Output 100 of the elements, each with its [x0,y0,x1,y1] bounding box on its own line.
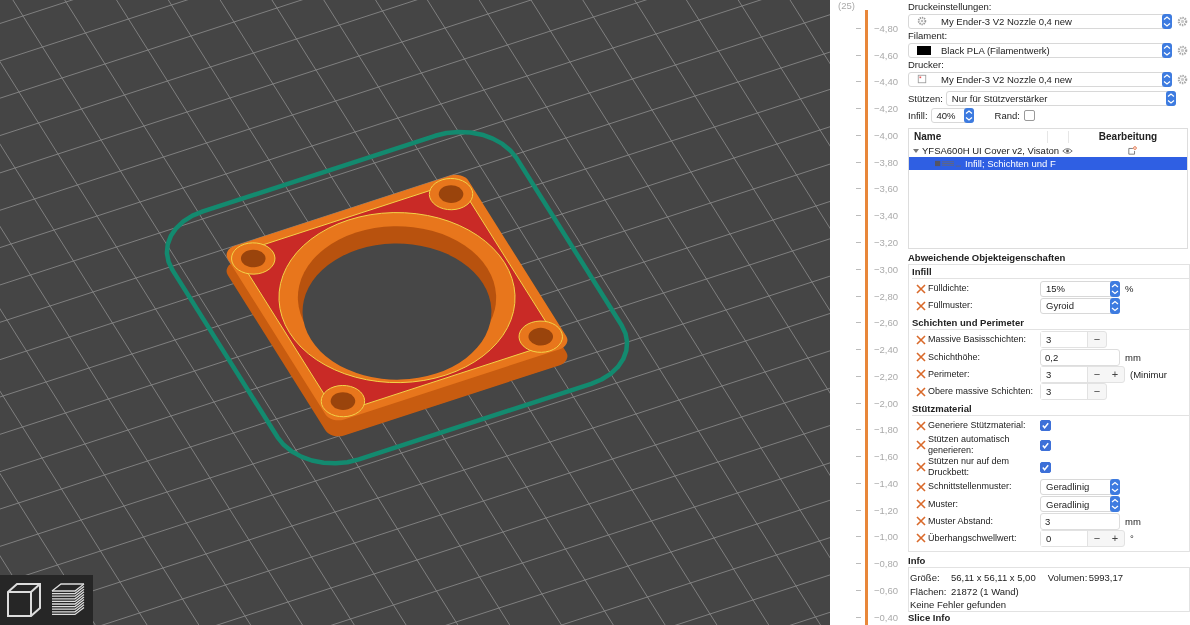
layer-slider-track[interactable] [865,10,868,625]
gear-icon[interactable] [1177,44,1188,56]
close-icon[interactable] [916,369,926,380]
layer-height-label: −3,00 [874,263,899,275]
spin-arrows-icon [1110,297,1120,314]
layer-height-label: −3,60 [874,183,899,195]
setting-label: Obere massive Schichten: [928,386,1035,398]
close-icon[interactable] [916,462,926,473]
step-button[interactable]: − [1088,530,1106,546]
close-icon[interactable] [916,440,926,451]
info-label: Größe: [910,571,941,583]
supports-label: Stützen: [908,93,943,104]
layer-height-label: −1,80 [874,424,899,436]
gear-icon [917,16,927,26]
setting-dropdown[interactable]: 15% [1040,280,1120,297]
infill-dropdown[interactable]: 40% [930,108,974,123]
column-header[interactable]: Name [909,131,1047,142]
close-icon[interactable] [916,420,926,431]
layer-count: (25) [838,0,855,11]
layer-height-label: −2,40 [874,344,899,356]
printer-icon [917,74,927,84]
close-icon[interactable] [916,499,926,510]
column-header[interactable]: Bearbeitung [1069,131,1187,142]
layer-height-label: −1,60 [874,451,899,463]
info-value: 5993,17 [1088,571,1124,583]
setting-checkbox[interactable] [1040,420,1051,432]
setting-label: Füllmuster: [928,300,974,312]
layer-height-label: −2,00 [874,397,899,409]
info-value: 56,11 x 56,11 x 5,00 [951,571,1036,583]
step-button[interactable]: + [1106,366,1124,382]
close-icon[interactable] [916,283,926,294]
spin-arrows-icon [1162,42,1172,58]
setting-label: Massive Basisschichten: [928,334,1028,346]
setting-label: Stützen automatisch generieren: [928,434,1011,457]
preset-dropdown[interactable]: Black PLA (Filamentwerk) [908,42,1172,58]
input-field[interactable]: 0,2 [1040,348,1120,366]
cube-icon[interactable] [4,580,44,620]
close-icon[interactable] [916,533,926,544]
close-icon[interactable] [916,352,926,363]
step-button[interactable]: − [1088,366,1106,382]
preset-label: Drucker: [908,58,945,71]
info-label: Flächen: [910,585,948,597]
object-name: YFSA600H UI Cover v2, Visaton [922,145,1060,156]
setting-label: Generiere Stützmaterial: [928,420,1027,432]
spin-arrows-icon [963,108,974,123]
preset-dropdown[interactable]: My Ender-3 V2 Nozzle 0,4 new [908,13,1172,29]
setting-label: Überhangschwellwert: [928,532,1018,544]
setting-label: Muster Abstand: [928,515,995,527]
layer-height-label: −4,40 [874,76,899,88]
close-icon[interactable] [916,386,926,397]
spin-field[interactable]: 0 [1041,530,1088,546]
close-icon[interactable] [916,481,926,492]
spin-arrows-icon [1165,91,1176,106]
close-icon[interactable] [916,516,926,527]
spin-arrows-icon [1110,496,1120,513]
spin-arrows-icon [1110,280,1120,297]
object-row[interactable]: YFSA600H UI Cover v2, Visaton [909,144,1187,157]
gear-icon[interactable] [1177,73,1188,85]
layer-height-label: −1,40 [874,477,899,489]
layer-height-label: −2,20 [874,370,899,382]
eye-icon[interactable] [1062,146,1074,155]
info-value: 21872 (1 Wand) [951,585,1019,597]
section-title: Slice Info [908,613,952,624]
edit-icon[interactable] [1128,146,1138,155]
setting-dropdown[interactable]: Geradlinig [1040,478,1120,495]
layer-height-label: −3,40 [874,210,899,222]
spin-field[interactable]: 3 [1041,332,1088,348]
preset-label: Filament: [908,29,949,42]
setting-label: Stützen nur auf dem Druckbett: [928,456,1011,479]
settings-list-icon [935,159,961,168]
info-label: Volumen: [1047,571,1089,583]
gear-icon[interactable] [1177,15,1188,27]
setting-checkbox[interactable] [1040,461,1051,473]
spin-arrows-icon [1110,478,1120,495]
setting-dropdown[interactable]: Gyroid [1040,297,1120,314]
step-button[interactable]: − [1088,332,1106,348]
status-message: Keine Fehler gefunden [910,598,1008,612]
object-row[interactable]: Infill; Schichten und F [909,157,1187,170]
unit-label: ° [1130,532,1134,544]
layer-height-label: −4,80 [874,22,899,34]
spin-field[interactable]: 3 [1041,366,1088,382]
brim-checkbox[interactable] [1023,110,1035,121]
spin-field[interactable]: 3 [1041,384,1088,400]
layer-height-label: −4,20 [874,103,899,115]
close-icon[interactable] [916,334,926,345]
group-title: Stützmaterial [912,402,973,416]
setting-dropdown[interactable]: Geradlinig [1040,496,1120,513]
unit-label: mm [1125,351,1141,363]
input-field[interactable]: 3 [1040,512,1120,530]
unit-label: (Minimur [1130,368,1167,380]
supports-dropdown[interactable]: Nur für Stützverstärker [945,91,1176,106]
step-button[interactable]: − [1088,384,1106,400]
step-button[interactable]: + [1106,530,1124,546]
setting-label: Perimeter: [928,368,971,380]
preset-dropdown[interactable]: My Ender-3 V2 Nozzle 0,4 new [908,71,1172,87]
close-icon[interactable] [916,300,926,311]
brim-label: Rand: [994,110,1020,121]
layer-height-label: −0,80 [874,558,899,570]
expand-arrow-icon[interactable] [913,148,919,153]
setting-checkbox[interactable] [1040,439,1051,451]
